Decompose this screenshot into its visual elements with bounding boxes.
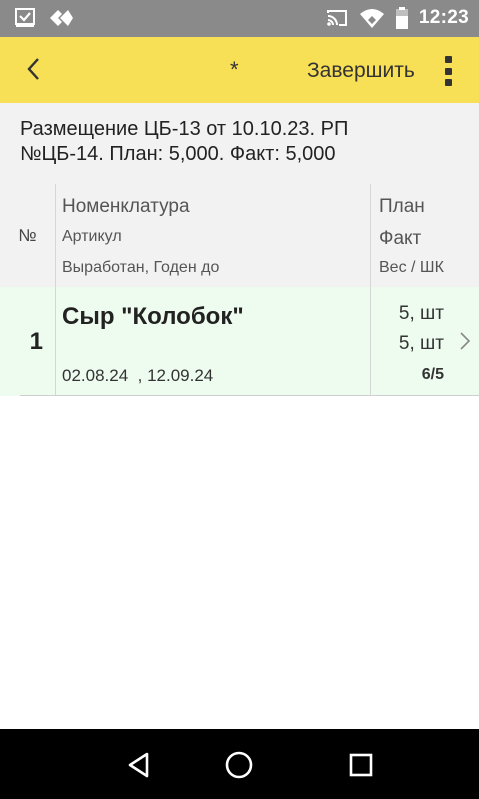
document-info: Размещение ЦБ-13 от 10.10.23. РП №ЦБ-14.… [0,103,479,184]
battery-icon [395,6,409,30]
diamond-arrows-icon [48,7,74,29]
row-ratio: 6/5 [421,366,444,383]
row-plan-quantity: 5, шт [398,303,444,324]
more-vertical-icon[interactable] [436,53,460,89]
row-item-name: Сыр "Колобок" [62,303,244,330]
back-button[interactable] [14,51,54,91]
finish-button[interactable]: Завершить [307,59,415,83]
column-header-article: Артикул [62,228,122,245]
column-header-nomenclature: Номенклатура [62,196,190,217]
recents-square-icon[interactable] [343,747,379,783]
column-divider [370,184,371,287]
home-circle-icon[interactable] [221,747,257,783]
row-separator [20,395,479,396]
wifi-icon [359,7,385,29]
chevron-right-icon [459,331,471,356]
back-triangle-icon[interactable] [121,747,157,783]
column-divider [55,184,56,287]
table-row[interactable]: 1 Сыр "Колобок" 02.08.24 , 12.09.24 5, ш… [0,287,479,396]
row-number: 1 [29,327,43,355]
checkbox-notification-icon [14,7,36,29]
navigation-bar [0,729,479,799]
column-header-fact: Факт [379,228,422,249]
table-header: № Номенклатура Артикул Выработан, Годен … [0,184,479,287]
column-divider [55,287,56,396]
column-header-number: № [18,225,37,245]
cast-icon [325,7,349,29]
column-divider [370,287,371,396]
column-header-weight-barcode: Вес / ШК [379,259,444,276]
toolbar: * Завершить [0,37,479,103]
status-bar: 12:23 [0,0,479,37]
row-fact-quantity: 5, шт [398,333,444,354]
document-info-line-1: Размещение ЦБ-13 от 10.10.23. РП [20,118,349,140]
column-header-dates: Выработан, Годен до [62,259,220,276]
column-header-plan: План [379,196,425,217]
status-clock: 12:23 [418,7,469,28]
modified-indicator: * [230,57,239,82]
chevron-left-icon [25,56,43,87]
row-item-dates: 02.08.24 , 12.09.24 [62,366,214,385]
document-info-line-2: №ЦБ-14. План: 5,000. Факт: 5,000 [20,143,336,165]
